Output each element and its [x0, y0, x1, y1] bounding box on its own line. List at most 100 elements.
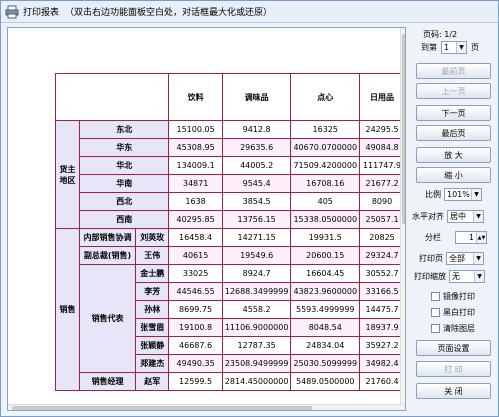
data-cell: 20825 [359, 228, 405, 247]
data-cell: 12787.35 [221, 336, 292, 355]
checkbox-box[interactable] [431, 308, 440, 317]
chevron-down-icon: ▼ [473, 211, 483, 222]
data-cell: 46687.6 [168, 336, 223, 355]
corner-cell [54, 73, 170, 121]
report-preview-area[interactable]: 饮料 调味品 点心 日用品 货主地区 东北 15100.05 9412.8 16… [7, 27, 406, 411]
columns-stepper[interactable]: 1 ▲▼ [455, 231, 487, 244]
data-cell: 8924.7 [221, 264, 292, 283]
title-label: 销售经理 [79, 372, 137, 391]
vertical-scrollbar[interactable] [400, 28, 405, 404]
horizontal-scrollbar[interactable] [8, 404, 405, 410]
goto-page-select[interactable]: 1 ▼ [441, 41, 467, 54]
row-label: 郑建杰 [135, 354, 170, 373]
page-setup-button[interactable]: 页面设置 [416, 340, 491, 356]
table-row: 华东 45308.95 29635.6 40670.0700000 49084.… [56, 138, 405, 157]
spin-arrows-icon[interactable]: ▲▼ [476, 232, 486, 243]
data-cell: 49084.8 [359, 138, 405, 157]
goto-prefix: 到第 [421, 43, 437, 52]
data-cell: 29635.6 [221, 138, 292, 157]
group-label-rep: 销售代表 [79, 264, 137, 373]
bw-print-checkbox[interactable]: 黑白打印 [431, 307, 475, 318]
data-cell: 16458.4 [168, 228, 223, 247]
data-cell: 33166.5 [359, 282, 405, 301]
column-header: 调味品 [221, 73, 292, 121]
data-cell: 18937.9 [359, 318, 405, 337]
title-label: 内部销售协调 [79, 228, 137, 247]
next-page-button[interactable]: 下一页 [416, 105, 491, 121]
data-cell: 35927.2 [359, 336, 405, 355]
page-indicator: 页码: 1/2 [423, 30, 458, 39]
data-cell: 2814.45000000 [221, 372, 292, 391]
close-button[interactable]: 关 闭 [416, 383, 491, 399]
checkbox-box[interactable] [431, 324, 440, 333]
checkbox-box[interactable] [431, 292, 440, 301]
last-page-button[interactable]: 最后页 [416, 125, 491, 141]
chevron-down-icon: ▼ [471, 189, 481, 200]
data-cell: 4558.2 [221, 300, 292, 319]
clear-layer-checkbox[interactable]: 清除图层 [431, 323, 475, 334]
halign-label: 水平对齐 [412, 212, 444, 221]
table-row: 销售经理 赵军 12599.5 2814.45000000 5489.05000… [56, 372, 405, 391]
prev-page-button[interactable]: 上一页 [416, 83, 491, 99]
print-pages-row: 打印页 全部 ▼ [419, 252, 484, 265]
data-cell: 34871 [168, 174, 223, 193]
mirror-print-checkbox[interactable]: 镜像打印 [431, 291, 475, 302]
horizontal-scroll-thumb[interactable] [12, 406, 312, 410]
goto-page-row: 到第 1 ▼ 页 [421, 41, 479, 54]
row-label: 张雪眉 [135, 318, 170, 337]
clear-layer-label: 清除图层 [443, 324, 475, 333]
data-cell: 71509.4200000 [290, 156, 361, 175]
row-label: 西南 [79, 210, 170, 229]
first-page-button[interactable]: 最前页 [416, 63, 491, 79]
mirror-print-label: 镜像打印 [443, 292, 475, 301]
data-cell: 5489.0500000 [290, 372, 361, 391]
title-label: 副总裁(销售) [79, 246, 137, 265]
data-cell: 8699.75 [168, 300, 223, 319]
function-panel: 页码: 1/2 到第 1 ▼ 页 最前页 上一页 下一页 最后页 放 大 缩 小… [411, 27, 497, 411]
data-cell: 45308.95 [168, 138, 223, 157]
print-scale-select[interactable]: 无 ▼ [449, 270, 485, 283]
data-cell: 21677.2 [359, 174, 405, 193]
print-button[interactable]: 打 印 [416, 361, 491, 377]
column-header: 日用品 [359, 73, 405, 121]
print-scale-value: 无 [452, 272, 460, 281]
data-cell: 21760.4 [359, 372, 405, 391]
table-header-row: 饮料 调味品 点心 日用品 [54, 73, 405, 121]
zoom-out-button[interactable]: 缩 小 [416, 167, 491, 183]
zoom-in-button[interactable]: 放 大 [416, 147, 491, 163]
data-cell: 3854.5 [221, 192, 292, 211]
data-cell: 19100.8 [168, 318, 223, 337]
data-cell: 15100.05 [168, 120, 223, 139]
data-cell: 33025 [168, 264, 223, 283]
printer-icon [5, 5, 19, 18]
print-scale-row: 打印缩放 无 ▼ [414, 270, 485, 283]
column-header: 饮料 [168, 73, 223, 121]
data-cell: 29324.7 [359, 246, 405, 265]
columns-label: 分栏 [425, 233, 441, 242]
data-cell: 44005.2 [221, 156, 292, 175]
scale-select[interactable]: 101% ▼ [444, 188, 482, 201]
data-cell: 1638 [168, 192, 223, 211]
print-pages-select[interactable]: 全部 ▼ [446, 252, 484, 265]
chevron-down-icon: ▼ [474, 271, 484, 282]
table-row: 销售 内部销售协调 刘英玫 16458.4 14271.15 19931.5 2… [54, 228, 405, 391]
data-cell: 24834.04 [290, 336, 361, 355]
scale-label: 比例 [425, 190, 441, 199]
data-cell: 9412.8 [221, 120, 292, 139]
data-cell: 405 [290, 192, 361, 211]
data-cell: 24295.5 [359, 120, 405, 139]
data-cell: 40615 [168, 246, 223, 265]
data-cell: 20600.15 [290, 246, 361, 265]
halign-value: 居中 [450, 212, 466, 221]
data-cell: 40670.0700000 [290, 138, 361, 157]
data-cell: 19549.6 [221, 246, 292, 265]
table-row: 销售代表 金士鹏 33025 8924.7 16604.45 30552.7 [56, 264, 405, 373]
data-cell: 34982.4 [359, 354, 405, 373]
row-label: 李芳 [135, 282, 170, 301]
row-label: 华北 [79, 156, 170, 175]
data-cell: 15338.0500000 [290, 210, 361, 229]
data-cell: 25030.5099999 [290, 354, 361, 373]
group-label-sales: 销售 [54, 228, 81, 391]
vertical-scroll-thumb[interactable] [402, 34, 405, 224]
halign-select[interactable]: 居中 ▼ [447, 210, 484, 223]
